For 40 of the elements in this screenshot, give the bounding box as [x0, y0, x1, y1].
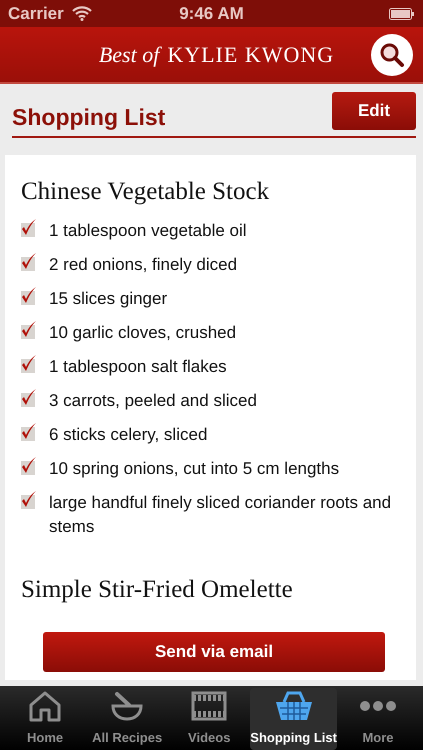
logo-script: Best of: [98, 38, 160, 71]
recipe-title: Chinese Vegetable Stock: [21, 177, 270, 207]
tab[interactable]: Shopping List: [250, 688, 337, 750]
ingredient-text: 6 sticks celery, sliced: [49, 424, 208, 446]
checkbox[interactable]: [21, 422, 37, 440]
tab[interactable]: More: [336, 688, 420, 750]
logo-name: KYLIE KWONG: [167, 41, 334, 69]
carrier-label: Carrier: [8, 2, 64, 25]
film-icon: [190, 690, 228, 722]
ingredient-text: 15 slices ginger: [49, 288, 168, 310]
search-button[interactable]: [371, 34, 413, 76]
checkbox[interactable]: [21, 490, 37, 508]
battery-icon: [389, 8, 415, 20]
tab[interactable]: Videos: [168, 688, 250, 750]
edit-button[interactable]: Edit: [332, 92, 416, 130]
checkbox[interactable]: [21, 286, 37, 304]
recipe-title: Simple Stir-Fried Omelette: [21, 574, 294, 604]
wifi-icon: [72, 6, 92, 21]
ingredient-text: 2 red onions, finely diced: [49, 254, 238, 276]
status-time: 9:46 AM: [179, 2, 244, 25]
home-icon: [28, 690, 62, 722]
more-icon: [360, 700, 396, 710]
ingredient-text: 1 tablespoon vegetable oil: [49, 220, 247, 242]
tab[interactable]: Home: [4, 688, 86, 750]
ingredient-text: 1 tablespoon salt flakes: [49, 356, 227, 378]
tab[interactable]: All Recipes: [86, 688, 168, 750]
ingredient-text: 10 spring onions, cut into 5 cm lengths: [49, 458, 340, 480]
checkbox[interactable]: [21, 456, 37, 474]
page-title: Shopping List: [12, 102, 166, 132]
ingredient-text: 10 garlic cloves, crushed: [49, 322, 236, 344]
ingredient-text: large handful finely sliced coriander roots and stems: [49, 492, 392, 538]
checkbox[interactable]: [21, 388, 37, 406]
send-email-button[interactable]: Send via email: [43, 632, 385, 672]
checkbox[interactable]: [21, 320, 37, 338]
ingredient-text: 3 carrots, peeled and sliced: [49, 390, 257, 412]
checkbox[interactable]: [21, 218, 37, 236]
search-icon: [379, 42, 405, 68]
basket-icon: [274, 690, 314, 722]
checkbox[interactable]: [21, 354, 37, 372]
checkbox[interactable]: [21, 252, 37, 270]
